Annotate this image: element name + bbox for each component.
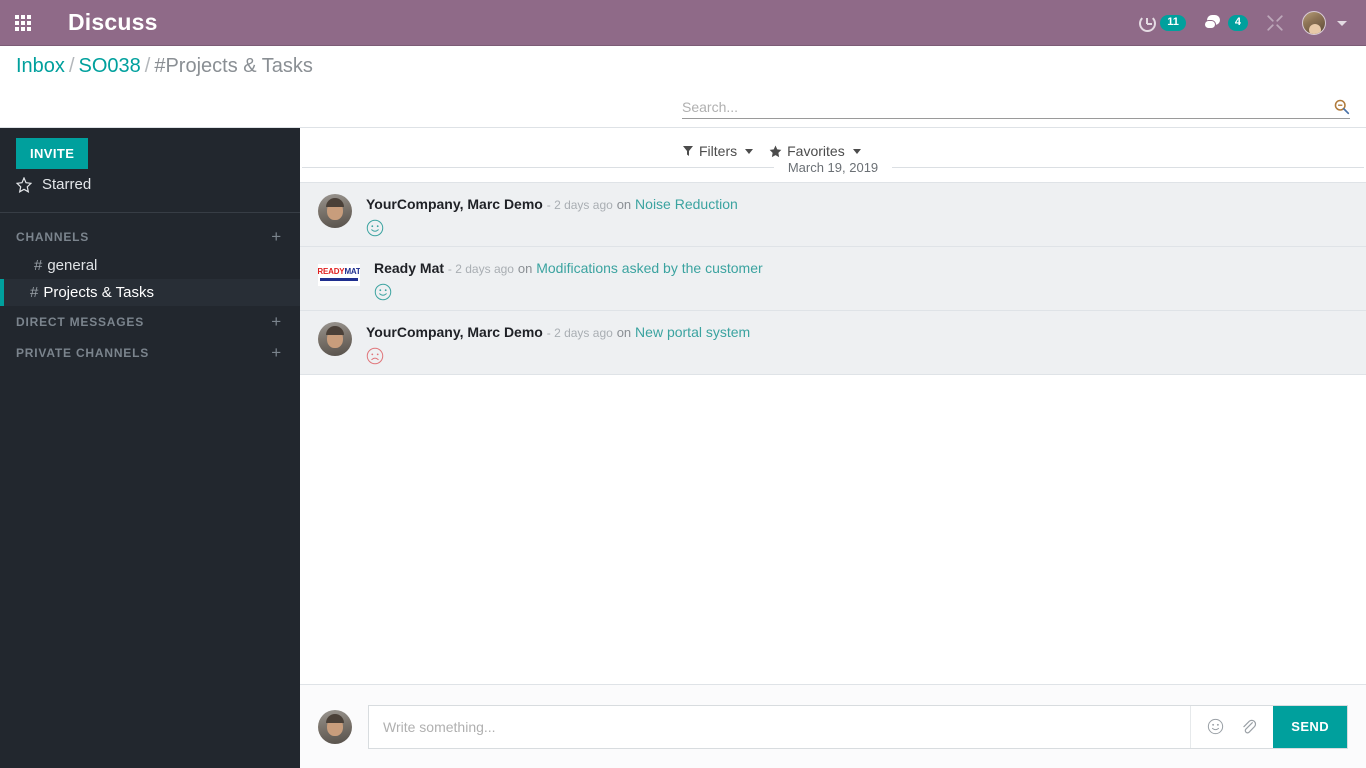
apps-menu-button[interactable] (0, 0, 46, 46)
add-channel-button[interactable]: + (271, 228, 282, 245)
messages-count-badge: 4 (1227, 15, 1248, 31)
hash-icon: # (30, 284, 39, 301)
add-private-channel-button[interactable]: + (271, 344, 282, 361)
message-author: Ready Mat (374, 259, 445, 276)
logo-word-2: MAT (344, 267, 360, 277)
top-navbar: Discuss 11 4 (0, 0, 1366, 46)
debug-tools-button[interactable] (1257, 0, 1293, 46)
search-input[interactable] (682, 98, 1333, 115)
sidebar-item-starred[interactable]: Starred (0, 169, 300, 200)
breadcrumb: Inbox / SO038/#Projects & Tasks (16, 55, 313, 78)
breadcrumb-separator-2: / (144, 55, 151, 77)
breadcrumb-current: #Projects & Tasks (154, 55, 313, 77)
paperclip-icon[interactable] (1240, 718, 1257, 735)
avatar (318, 709, 352, 744)
avatar (318, 194, 352, 228)
star-icon (16, 176, 32, 193)
main-body: Inbox Starred CHANNELS + # general # Pro… (0, 128, 1366, 768)
message-on-label: on (616, 324, 632, 340)
ready-mat-logo: READYMAT (318, 263, 360, 286)
message-author: YourCompany, Marc Demo (366, 323, 543, 340)
clock-activity-icon (1139, 14, 1157, 32)
user-menu-button[interactable] (1293, 0, 1356, 46)
search-bar (682, 98, 1350, 119)
avatar (318, 321, 352, 356)
logo-word-1: READY (318, 267, 345, 277)
message-author: YourCompany, Marc Demo (366, 196, 543, 212)
message-header: YourCompany, Marc Demo - 2 days ago on N… (366, 195, 1350, 214)
message-body: Ready Mat - 2 days ago on Modifications … (374, 258, 1350, 301)
smiley-face-icon[interactable] (1207, 718, 1224, 735)
control-panel: Inbox/SO038/#Projects & Tasks INVITE Fil… (0, 46, 1366, 169)
section-title: CHANNELS (16, 229, 90, 244)
channel-label: general (47, 257, 98, 274)
breadcrumb-item-so038[interactable]: SO038 (79, 55, 141, 77)
invite-button[interactable]: INVITE (16, 138, 89, 169)
discuss-sidebar: Inbox Starred CHANNELS + # general # Pro… (0, 128, 300, 768)
message-timestamp: - 2 days ago (546, 325, 613, 340)
composer-actions (1190, 705, 1273, 748)
frowning-face-icon (366, 347, 384, 364)
channel-label: Projects & Tasks (43, 284, 154, 301)
message-item[interactable]: YourCompany, Marc Demo - 2 days ago on N… (300, 309, 1366, 375)
message-composer: SEND (300, 684, 1366, 768)
sidebar-section-channels: CHANNELS + (0, 221, 300, 252)
sidebar-section-direct-messages: DIRECT MESSAGES + (0, 306, 300, 337)
section-title: PRIVATE CHANNELS (16, 345, 150, 360)
composer-box: SEND (368, 704, 1348, 749)
logo-text: READYMAT (318, 268, 360, 276)
breadcrumb-item-inbox[interactable]: Inbox (16, 55, 65, 77)
avatar (1302, 11, 1326, 35)
message-timestamp: - 2 days ago (546, 198, 613, 212)
discuss-content: March 19, 2019 YourCompany, Marc Demo - … (300, 128, 1366, 768)
send-button[interactable]: SEND (1273, 705, 1347, 748)
message-subject-link[interactable]: New portal system (635, 324, 750, 340)
sidebar-section-private-channels: PRIVATE CHANNELS + (0, 337, 300, 368)
tools-wrench-screwdriver-icon (1267, 15, 1283, 31)
date-separator: March 19, 2019 (300, 160, 1366, 175)
smiley-face-icon (374, 283, 392, 301)
sidebar-item-general[interactable]: # general (0, 252, 300, 279)
smiley-face-icon (366, 219, 384, 237)
messaging-menu-button[interactable]: 4 (1195, 0, 1257, 46)
activity-count-badge: 11 (1160, 15, 1186, 31)
speech-bubbles-icon (1203, 15, 1224, 31)
message-item[interactable]: READYMAT Ready Mat - 2 days ago on Modif… (300, 245, 1366, 311)
message-item[interactable]: YourCompany, Marc Demo - 2 days ago on N… (300, 182, 1366, 247)
sidebar-item-projects-and-tasks[interactable]: # Projects & Tasks (0, 279, 300, 306)
message-subject-link[interactable]: Modifications asked by the customer (536, 260, 762, 276)
hash-icon: # (34, 257, 43, 274)
chevron-down-icon (1337, 20, 1347, 26)
message-input[interactable] (369, 705, 1191, 748)
separator-line-right (892, 167, 1364, 168)
message-on-label: on (616, 197, 632, 212)
app-title: Discuss (68, 9, 158, 35)
message-header: Ready Mat - 2 days ago on Modifications … (374, 259, 1350, 278)
breadcrumb-separator: / (68, 55, 75, 77)
date-separator-label: March 19, 2019 (787, 160, 879, 175)
logo-underline (320, 278, 358, 282)
message-thread[interactable]: March 19, 2019 YourCompany, Marc Demo - … (300, 128, 1366, 684)
message-body: YourCompany, Marc Demo - 2 days ago on N… (366, 322, 1350, 365)
message-subject-link[interactable]: Noise Reduction (635, 196, 738, 212)
message-on-label: on (517, 260, 533, 276)
sidebar-item-label: Starred (42, 176, 92, 193)
activity-menu-button[interactable]: 11 (1130, 0, 1195, 46)
separator-line-left (302, 167, 774, 168)
add-direct-message-button[interactable]: + (271, 313, 282, 330)
search-magnifier-icon[interactable] (1333, 98, 1350, 115)
message-body: YourCompany, Marc Demo - 2 days ago on N… (366, 194, 1350, 237)
section-title: DIRECT MESSAGES (16, 314, 145, 329)
message-header: YourCompany, Marc Demo - 2 days ago on N… (366, 323, 1350, 342)
apps-grid-icon (15, 14, 31, 31)
sidebar-divider (0, 212, 300, 213)
message-timestamp: - 2 days ago (447, 261, 514, 276)
systray: 11 4 (1130, 0, 1356, 46)
